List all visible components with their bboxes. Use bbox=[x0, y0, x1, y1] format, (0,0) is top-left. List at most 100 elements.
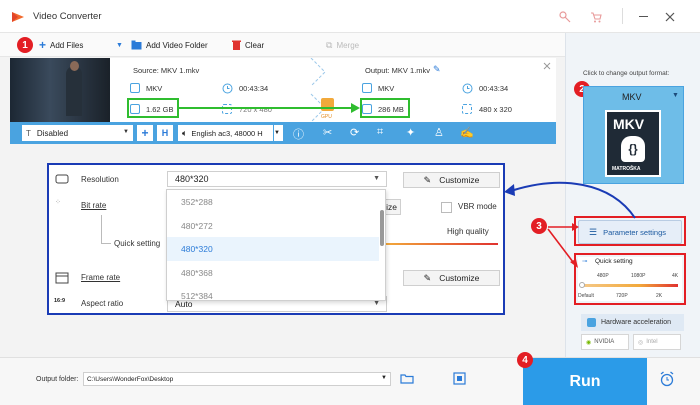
quick-setting-title: Quick setting bbox=[595, 258, 633, 265]
thumbnail-figure bbox=[66, 66, 82, 116]
toolbar: 1 + Add Files ▼ Add Video Folder Clear ⧉… bbox=[0, 33, 565, 57]
remove-file-icon[interactable] bbox=[543, 62, 551, 70]
audio-track-select[interactable]: 🔈︎ English ac3, 48000 H bbox=[178, 125, 273, 141]
step-badge-4: 4 bbox=[517, 352, 533, 368]
source-format: MKV bbox=[146, 84, 163, 93]
folder-plus-icon bbox=[131, 40, 142, 50]
close-window-button[interactable] bbox=[665, 12, 675, 22]
minimize-button[interactable] bbox=[639, 16, 648, 17]
resolution-option-selected[interactable]: 480*320 bbox=[167, 237, 379, 261]
cart-icon[interactable] bbox=[590, 11, 602, 23]
format-icon bbox=[130, 83, 140, 93]
customize-resolution-button[interactable]: ✎ Customize bbox=[403, 172, 500, 188]
chip-icon bbox=[587, 318, 596, 327]
output-format: MKV bbox=[378, 84, 395, 93]
audio-track-value: English ac3, 48000 H bbox=[191, 128, 263, 138]
framerate-pencil-icon: ✎ bbox=[423, 272, 432, 283]
run-button[interactable]: Run bbox=[523, 358, 647, 405]
quick-setting-label: Quick setting bbox=[114, 239, 161, 248]
frame-rate-label[interactable]: Frame rate bbox=[81, 273, 120, 282]
quick-setting-slider[interactable] bbox=[581, 284, 678, 287]
add-files-button[interactable]: + Add Files bbox=[39, 33, 83, 57]
size-compare-arrow bbox=[179, 103, 360, 113]
audio-chevron-icon[interactable]: ▼ bbox=[274, 125, 283, 141]
open-output-folder-icon[interactable] bbox=[453, 372, 466, 385]
effects-icon[interactable]: ✦ bbox=[406, 126, 415, 139]
edit-pencil-icon[interactable]: ✎ bbox=[433, 64, 441, 75]
format-chevron-icon: ▼ bbox=[672, 92, 679, 99]
aspect-ratio-label: Aspect ratio bbox=[81, 299, 124, 308]
output-label: Output: MKV 1.mkv bbox=[365, 66, 431, 75]
hevc-button[interactable]: H bbox=[157, 125, 173, 141]
key-icon[interactable] bbox=[559, 11, 571, 23]
subtitle-select[interactable]: T Disabled ▼ bbox=[22, 125, 133, 141]
quality-slider[interactable] bbox=[385, 243, 498, 245]
output-duration: 00:43:34 bbox=[479, 84, 509, 93]
merge-icon: ⧉ bbox=[326, 39, 333, 50]
chevron-down-icon: ▼ bbox=[123, 129, 129, 135]
customize-resolution-label: Customize bbox=[439, 175, 480, 185]
output-format-icon bbox=[362, 83, 372, 93]
add-subtitle-button[interactable]: + bbox=[137, 125, 153, 141]
output-size-highlight bbox=[360, 98, 410, 118]
quick-setting-panel: ⊸ Quick setting 480P 1080P 4K Default 72… bbox=[578, 257, 682, 301]
matroska-text: MATROŠKA bbox=[612, 166, 641, 172]
badge-3-arrows bbox=[547, 223, 579, 268]
output-folder-input[interactable]: C:\Users\WonderFox\Desktop ▼ bbox=[83, 372, 391, 386]
info-icon[interactable]: ⓘ bbox=[293, 126, 304, 142]
video-thumbnail[interactable] bbox=[10, 58, 110, 122]
crop-icon[interactable]: ⌗ bbox=[377, 126, 383, 139]
resolution-option[interactable]: 480*272 bbox=[167, 214, 379, 238]
output-clock-icon bbox=[462, 83, 473, 94]
subtitle-icon: T bbox=[26, 128, 31, 138]
speaker-icon: 🔈︎ bbox=[182, 127, 188, 138]
output-folder-label: Output folder: bbox=[36, 376, 79, 383]
rotate-icon[interactable]: ⟳ bbox=[350, 126, 359, 139]
subtitle-edit-icon[interactable]: ✍ bbox=[460, 126, 474, 139]
resolution-chevron-icon: ▼ bbox=[373, 175, 380, 182]
bitrate-label[interactable]: Bit rate bbox=[81, 201, 106, 210]
quick-setting-slider-thumb[interactable] bbox=[579, 282, 585, 288]
add-files-dropdown-arrow[interactable]: ▼ bbox=[116, 33, 123, 57]
browse-folder-icon[interactable] bbox=[400, 373, 414, 384]
resolution-option[interactable]: 480*368 bbox=[167, 261, 379, 285]
quick-setting-icon: ⊸ bbox=[582, 258, 588, 265]
format-name: MKV bbox=[622, 92, 642, 102]
resolution-select-value: 480*320 bbox=[175, 174, 209, 184]
clear-label: Clear bbox=[245, 40, 265, 50]
frame-rate-icon bbox=[55, 272, 69, 284]
thumbnail-head bbox=[70, 61, 79, 71]
output-folder-value: C:\Users\WonderFox\Desktop bbox=[87, 375, 174, 383]
hardware-acceleration-button[interactable]: Hardware acceleration bbox=[581, 314, 684, 331]
alarm-clock-icon[interactable] bbox=[659, 371, 675, 387]
mkv-logo: MKV {} MATROŠKA bbox=[605, 110, 661, 177]
add-video-folder-button[interactable]: Add Video Folder bbox=[131, 33, 208, 57]
tree-line bbox=[101, 215, 102, 243]
watermark-icon[interactable]: ♙ bbox=[434, 126, 444, 139]
resolution-label: Resolution bbox=[81, 175, 119, 184]
clear-button[interactable]: Clear bbox=[232, 33, 264, 57]
resolution-option[interactable]: 352*288 bbox=[167, 190, 379, 214]
vbr-checkbox[interactable] bbox=[441, 202, 452, 213]
output-resolution: 480 x 320 bbox=[479, 105, 512, 114]
cut-icon[interactable]: ✂ bbox=[323, 126, 332, 139]
format-selector[interactable]: MKV ▼ MKV {} MATROŠKA bbox=[583, 86, 684, 184]
resolution-select[interactable]: 480*320 ▼ bbox=[167, 171, 387, 187]
add-files-label: Add Files bbox=[50, 40, 84, 50]
nvidia-toggle[interactable]: ◉ NVIDIA bbox=[581, 334, 629, 350]
dropdown-scrollbar[interactable] bbox=[380, 210, 384, 246]
edit-toolbar: T Disabled ▼ + H 🔈︎ English ac3, 48000 H… bbox=[10, 122, 556, 144]
matroska-emblem-icon: {} bbox=[621, 136, 645, 162]
merge-label: Merge bbox=[336, 40, 360, 50]
tick-720p: 720P bbox=[616, 293, 628, 299]
customize-framerate-button[interactable]: ✎ Customize bbox=[403, 270, 500, 286]
resolution-option[interactable]: 512*384 bbox=[167, 284, 379, 308]
merge-button[interactable]: ⧉ Merge bbox=[326, 33, 359, 57]
aspect-ratio-icon: 16:9 bbox=[54, 298, 66, 304]
nvidia-eye-icon: ◉ bbox=[586, 339, 592, 346]
clock-icon bbox=[222, 83, 233, 94]
bottom-bar: Output folder: C:\Users\WonderFox\Deskto… bbox=[0, 357, 700, 405]
trash-icon bbox=[232, 40, 241, 50]
intel-toggle[interactable]: ◎ Intel bbox=[633, 334, 681, 350]
source-duration: 00:43:34 bbox=[239, 84, 269, 93]
